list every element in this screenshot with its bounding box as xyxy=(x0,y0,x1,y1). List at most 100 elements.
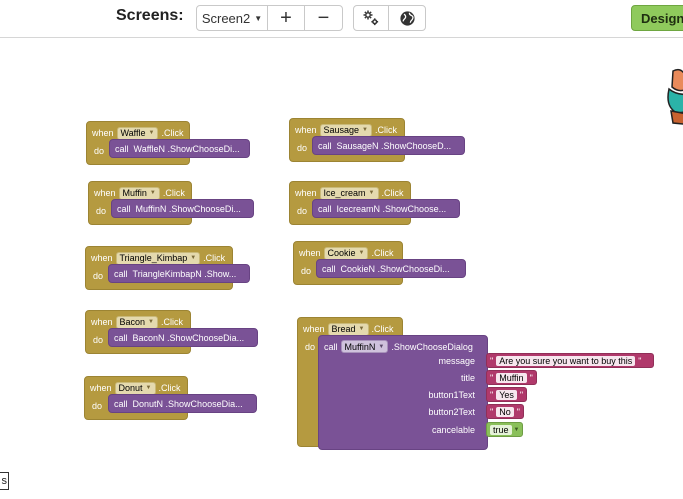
component-dropdown[interactable]: Sausage ▼ xyxy=(319,123,372,137)
call-component-name: MuffinN xyxy=(344,341,376,352)
event-header: when Sausage ▼ .Click xyxy=(295,123,397,137)
quote-close: " xyxy=(519,389,524,400)
call-block-show-choose-dialog[interactable]: call CookieN .ShowChooseDi... xyxy=(316,259,466,278)
arg-label-title: title xyxy=(460,373,475,383)
add-screen-button[interactable]: + xyxy=(267,5,305,31)
when-keyword: when xyxy=(90,383,112,393)
component-name: Cookie xyxy=(327,248,356,258)
component-dropdown[interactable]: Muffin ▼ xyxy=(118,186,160,200)
arg-label-cancelable: cancelable xyxy=(431,425,475,435)
component-name: Sausage xyxy=(323,125,360,135)
text-block-message[interactable]: " Are you sure you want to buy this " xyxy=(486,353,654,368)
event-header: when Bacon ▼ .Click xyxy=(91,315,183,329)
call-method-text: DonutN .ShowChooseDia... xyxy=(132,398,243,409)
call-block-show-choose-dialog[interactable]: call MuffinN .ShowChooseDi... xyxy=(111,199,254,218)
call-keyword: call xyxy=(114,398,128,409)
text-block-button1[interactable]: " Yes " xyxy=(486,387,528,402)
dropdown-caret-icon: ▼ xyxy=(378,343,385,350)
dropdown-caret-icon: ▼ xyxy=(254,13,263,23)
component-dropdown[interactable]: Ice_cream ▼ xyxy=(319,186,379,200)
logic-block-cancelable[interactable]: true ▼ xyxy=(486,422,524,437)
component-dropdown[interactable]: Waffle ▼ xyxy=(116,126,159,140)
call-block-show-choose-dialog[interactable]: call BaconN .ShowChooseDia... xyxy=(108,328,258,347)
quote-open: " xyxy=(490,389,494,400)
event-block-triangle-kimbap-click[interactable]: when Triangle_Kimbap ▼ .Click do call Tri… xyxy=(85,246,250,290)
call-keyword: call xyxy=(318,203,332,214)
click-event-label: .Click xyxy=(162,188,185,198)
call-block-show-choose-dialog[interactable]: call TriangleKimbapN .Show... xyxy=(108,264,250,283)
quote-open: " xyxy=(490,372,494,383)
click-event-label: .Click xyxy=(381,188,404,198)
do-keyword: do xyxy=(92,401,103,411)
text-block-button2[interactable]: " No " xyxy=(486,404,524,419)
do-keyword: do xyxy=(297,206,308,216)
click-event-label: .Click xyxy=(161,317,183,327)
do-keyword: do xyxy=(305,342,316,352)
dropdown-caret-icon: ▼ xyxy=(145,385,152,391)
event-block-muffin-click[interactable]: when Muffin ▼ .Click do call MuffinN .Sho… xyxy=(88,181,254,225)
do-keyword: do xyxy=(96,206,107,216)
dropdown-caret-icon: ▼ xyxy=(148,319,154,325)
click-event-label: .Click xyxy=(375,125,397,135)
text-value[interactable]: No xyxy=(496,406,514,417)
do-keyword: do xyxy=(93,271,104,281)
event-block-waffle-click[interactable]: when Waffle ▼ .Click do call WaffleN .Sho… xyxy=(86,121,250,165)
event-block-cookie-click[interactable]: when Cookie ▼ .Click do call CookieN .Sho… xyxy=(293,241,466,285)
event-header: when Cookie ▼ .Click xyxy=(299,246,393,260)
component-dropdown[interactable]: Donut ▼ xyxy=(114,381,156,395)
call-component-dropdown[interactable]: MuffinN ▼ xyxy=(340,340,389,353)
component-name: Donut xyxy=(118,383,143,393)
click-event-label: .Click xyxy=(371,324,394,334)
call-block-show-choose-dialog[interactable]: call DonutN .ShowChooseDia... xyxy=(108,394,257,413)
arg-label-message: message xyxy=(438,356,475,366)
component-dropdown[interactable]: Triangle_Kimbap ▼ xyxy=(115,251,201,265)
event-block-ice-cream-click[interactable]: when Ice_cream ▼ .Click do call IcecreamN… xyxy=(289,181,460,225)
call-keyword: call xyxy=(114,332,128,343)
do-keyword: do xyxy=(93,335,104,345)
component-dropdown[interactable]: Cookie ▼ xyxy=(323,246,369,260)
event-block-bread-click[interactable]: when Bread ▼ .Click do call MuffinN ▼ .Sho… xyxy=(297,317,488,450)
text-value[interactable]: Muffin xyxy=(496,372,527,383)
text-value[interactable]: Yes xyxy=(496,389,517,400)
call-method-text: IcecreamN .ShowChoose... xyxy=(336,203,447,214)
call-block-show-choose-dialog[interactable]: call IcecreamN .ShowChoose... xyxy=(312,199,460,218)
arg-label-button2text: button2Text xyxy=(428,407,475,417)
event-block-donut-click[interactable]: when Donut ▼ .Click do call DonutN .ShowC… xyxy=(84,376,257,420)
call-method-text: MuffinN .ShowChooseDi... xyxy=(135,203,241,214)
component-name: Bread xyxy=(331,324,356,334)
logic-value[interactable]: true xyxy=(490,424,512,435)
dropdown-caret-icon: ▼ xyxy=(362,127,368,133)
event-header: when Muffin ▼ .Click xyxy=(94,186,185,200)
gear-icon xyxy=(363,10,379,26)
quote-close: " xyxy=(638,355,642,366)
blocks-workspace[interactable]: when Waffle ▼ .Click do call WaffleN .Sho… xyxy=(0,39,683,499)
call-method-text: TriangleKimbapN .Show... xyxy=(132,268,237,279)
call-keyword: call xyxy=(117,203,131,214)
text-block-title[interactable]: " Muffin " xyxy=(486,370,537,385)
call-block-show-choose-dialog[interactable]: call SausageN .ShowChooseD... xyxy=(312,136,465,155)
component-name: Waffle xyxy=(120,128,146,138)
screen-selector-dropdown[interactable]: Screen2 ▼ xyxy=(196,5,268,31)
project-properties-button[interactable] xyxy=(353,5,389,31)
event-header: when Triangle_Kimbap ▼ .Click xyxy=(91,251,225,265)
language-button[interactable] xyxy=(388,5,426,31)
when-keyword: when xyxy=(299,248,321,258)
globe-icon xyxy=(399,10,415,26)
call-block-show-choose-dialog[interactable]: call WaffleN .ShowChooseDi... xyxy=(109,139,250,158)
call-header: call MuffinN ▼ .ShowChooseDialog xyxy=(324,340,473,353)
component-name: Ice_cream xyxy=(323,188,366,198)
partial-corner-widget[interactable]: s xyxy=(0,472,9,490)
designer-button[interactable]: Designer xyxy=(631,5,683,31)
call-keyword: call xyxy=(318,140,332,151)
call-block-show-choose-dialog[interactable]: call MuffinN ▼ .ShowChooseDialog message … xyxy=(318,335,488,450)
remove-screen-button[interactable]: − xyxy=(304,5,343,31)
component-dropdown[interactable]: Bread ▼ xyxy=(327,322,369,336)
event-block-bacon-click[interactable]: when Bacon ▼ .Click do call BaconN .ShowC… xyxy=(85,310,258,354)
call-method-text: WaffleN .ShowChooseDi... xyxy=(133,143,240,154)
event-block-sausage-click[interactable]: when Sausage ▼ .Click do call SausageN .S… xyxy=(289,118,465,162)
quote-close: " xyxy=(529,372,533,383)
click-event-label: .Click xyxy=(161,128,184,138)
component-dropdown[interactable]: Bacon ▼ xyxy=(115,315,158,329)
call-keyword: call xyxy=(322,263,336,274)
text-value[interactable]: Are you sure you want to buy this xyxy=(496,355,636,366)
